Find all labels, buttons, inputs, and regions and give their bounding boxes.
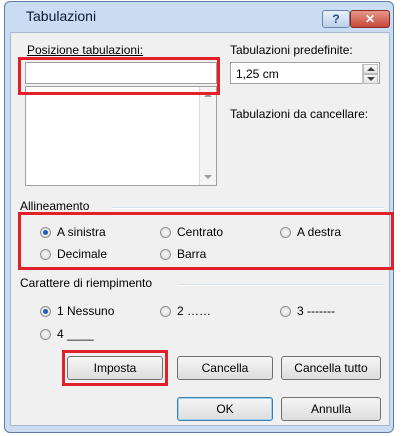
radio-dot[interactable] [160, 248, 171, 260]
align-left-label[interactable]: A sinistra [57, 225, 106, 239]
align-bar-radio[interactable]: Barra [160, 247, 206, 261]
align-decimal-label[interactable]: Decimale [57, 247, 107, 261]
spin-up-icon[interactable] [363, 64, 378, 74]
set-button[interactable]: Imposta [67, 356, 163, 380]
ok-button[interactable]: OK [177, 397, 273, 421]
scroll-up-icon[interactable] [204, 93, 212, 97]
align-center-label[interactable]: Centrato [177, 225, 223, 239]
leader-label: Carattere di riempimento [20, 276, 153, 290]
radio-dot[interactable] [40, 226, 51, 238]
radio-dot[interactable] [40, 305, 51, 317]
title-bar: Tabulazioni ? ✕ [4, 1, 394, 29]
radio-dot[interactable] [160, 305, 171, 317]
dialog-title: Tabulazioni [26, 8, 97, 24]
clear-all-button[interactable]: Cancella tutto [281, 356, 381, 380]
leader-dots-label[interactable]: 2 …… [177, 304, 211, 318]
clear-button[interactable]: Cancella [177, 356, 273, 380]
leader-underline-label[interactable]: 4 ____ [57, 327, 94, 341]
align-center-radio[interactable]: Centrato [160, 225, 223, 239]
tab-position-input[interactable] [25, 62, 217, 84]
align-decimal-radio[interactable]: Decimale [40, 247, 107, 261]
default-tabs-value[interactable]: 1,25 cm [236, 67, 279, 81]
leader-dashes-label[interactable]: 3 ------- [297, 304, 335, 318]
leader-none-radio[interactable]: 1 Nessuno [40, 304, 114, 318]
leader-dashes-radio[interactable]: 3 ------- [280, 304, 335, 318]
tab-position-label: Posizione tabulazioni: [27, 43, 144, 57]
help-button[interactable]: ? [322, 10, 350, 28]
leader-none-label[interactable]: 1 Nessuno [57, 304, 114, 318]
scroll-down-icon[interactable] [204, 175, 212, 179]
alignment-divider [112, 207, 384, 209]
leader-underline-radio[interactable]: 4 ____ [40, 327, 94, 341]
radio-dot[interactable] [40, 248, 51, 260]
leader-divider [178, 284, 384, 286]
radio-dot[interactable] [160, 226, 171, 238]
default-tabs-field[interactable]: 1,25 cm [230, 62, 380, 84]
leader-dots-radio[interactable]: 2 …… [160, 304, 211, 318]
cancel-button[interactable]: Annulla [281, 397, 381, 421]
alignment-label: Allineamento [20, 199, 90, 213]
align-right-label[interactable]: A destra [297, 225, 341, 239]
radio-dot[interactable] [280, 305, 291, 317]
default-tabs-label: Tabulazioni predefinite: [230, 43, 353, 57]
default-tabs-spinner[interactable] [362, 64, 378, 84]
close-button[interactable]: ✕ [350, 10, 390, 28]
align-bar-label[interactable]: Barra [177, 247, 206, 261]
tabs-to-clear-label: Tabulazioni da cancellare: [230, 107, 369, 121]
radio-dot[interactable] [40, 328, 51, 340]
align-right-radio[interactable]: A destra [280, 225, 341, 239]
spin-down-icon[interactable] [363, 74, 378, 84]
tab-position-list[interactable] [25, 86, 217, 186]
radio-dot[interactable] [280, 226, 291, 238]
list-scrollbar[interactable] [199, 87, 216, 185]
align-left-radio[interactable]: A sinistra [40, 225, 106, 239]
